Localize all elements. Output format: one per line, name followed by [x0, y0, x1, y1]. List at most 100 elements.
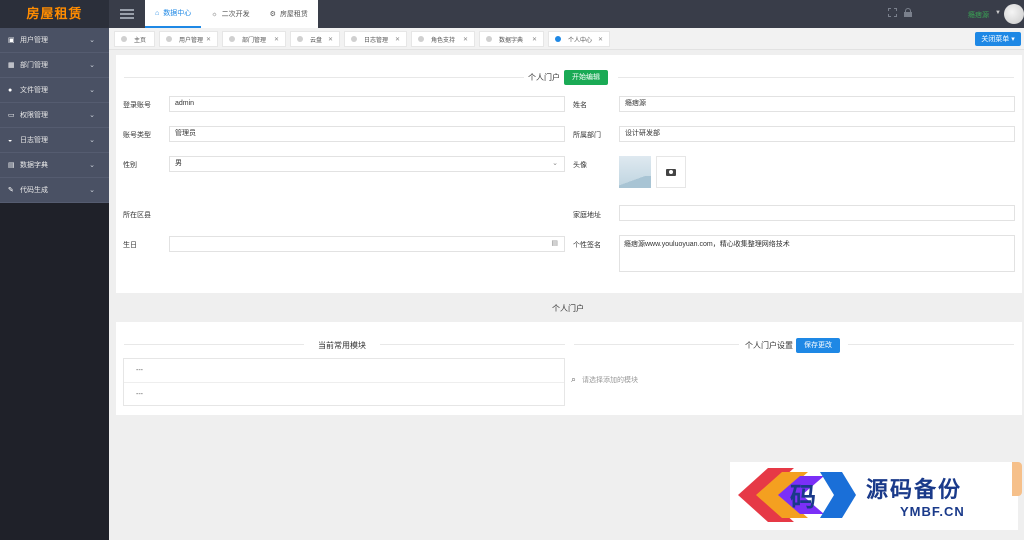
tab-dot-icon — [418, 36, 424, 42]
divider — [124, 77, 524, 78]
address-field[interactable] — [619, 205, 1015, 221]
chevron-down-icon: ⌄ — [89, 87, 95, 94]
top-nav-data-center[interactable]: ⌂ 数据中心 — [145, 0, 202, 28]
avatar-image — [619, 156, 651, 188]
watermark-logo: 码 — [738, 468, 856, 522]
start-edit-button[interactable]: 开始编辑 — [564, 70, 608, 85]
gender-label: 性别 — [123, 162, 137, 169]
gender-select[interactable]: 男 ⌄ — [169, 156, 565, 172]
list-item[interactable]: --- — [124, 359, 564, 383]
signature-textarea[interactable]: 瘾痞源www.youluoyuan.com，精心收集整理网络技术 — [619, 235, 1015, 272]
divider — [124, 344, 304, 345]
tab-data-dictionary[interactable]: 数据字典 ✕ — [479, 31, 544, 47]
tab-personal-center[interactable]: 个人中心 ✕ — [548, 31, 610, 47]
chevron-down-icon[interactable]: ▼ — [995, 10, 1001, 16]
sidebar: ▣ 用户管理 ⌄ ▦ 部门管理 ⌄ ● 文件管理 ⌄ ▭ 权限管理 ⌄ ◒ 日志… — [0, 28, 109, 540]
tab-label: 主页 — [134, 37, 147, 44]
chevron-down-icon: ⌄ — [89, 162, 95, 169]
sidebar-menu: ▣ 用户管理 ⌄ ▦ 部门管理 ⌄ ● 文件管理 ⌄ ▭ 权限管理 ⌄ ◒ 日志… — [0, 28, 109, 203]
module-search[interactable]: ⌕ 请选择添加的模块 — [571, 374, 638, 385]
close-menu-button[interactable]: 关闭菜单 ▾ — [975, 32, 1021, 46]
tab-dot-icon — [121, 36, 127, 42]
tab-dot-icon — [229, 36, 235, 42]
chevron-down-icon: ⌄ — [89, 112, 95, 119]
profile-title-bar: 个人门户 开始编辑 — [528, 70, 608, 85]
name-field[interactable]: 瘾痞源 — [619, 96, 1015, 112]
department-field[interactable]: 设计研发部 — [619, 126, 1015, 142]
top-nav-secondary-dev[interactable]: ☼ 二次开发 — [201, 0, 259, 28]
divider — [574, 344, 739, 345]
top-nav-house-rental[interactable]: ⚙ 房屋租赁 — [260, 0, 318, 28]
calendar-icon: ▤ — [551, 240, 558, 247]
chevron-down-icon: ⌄ — [89, 62, 95, 69]
close-icon[interactable]: ✕ — [206, 36, 211, 43]
tab-department-management[interactable]: 部门管理 ✕ — [222, 31, 286, 47]
tab-log-management[interactable]: 日志管理 ✕ — [344, 31, 407, 47]
bulb-icon: ☼ — [211, 10, 218, 18]
tab-role-support[interactable]: 角色支持 ✕ — [411, 31, 475, 47]
tab-label: 角色支持 — [431, 37, 456, 44]
avatar[interactable] — [1004, 4, 1024, 24]
log-icon: ◒ — [8, 136, 13, 144]
camera-icon — [666, 168, 676, 176]
sidebar-item-label: 文件管理 — [20, 87, 48, 94]
sidebar-item-label: 代码生成 — [20, 187, 48, 194]
tab-label: 数据字典 — [499, 37, 524, 44]
close-icon[interactable]: ✕ — [463, 36, 468, 43]
chevron-down-icon: ⌄ — [89, 187, 95, 194]
sidebar-item-department-management[interactable]: ▦ 部门管理 ⌄ — [0, 53, 109, 78]
sidebar-item-file-management[interactable]: ● 文件管理 ⌄ — [0, 78, 109, 103]
profile-card: 个人门户 开始编辑 登录账号 admin 姓名 瘾痞源 账号类型 管理员 所属部… — [116, 55, 1022, 293]
sidebar-item-user-management[interactable]: ▣ 用户管理 ⌄ — [0, 28, 109, 53]
tab-dot-icon — [555, 36, 561, 42]
top-bar: 房屋租赁 ⌂ 数据中心 ☼ 二次开发 ⚙ 房屋租赁 瘾痞源 ▼ — [0, 0, 1024, 28]
signature-label: 个性签名 — [573, 242, 601, 249]
side-float-tab[interactable] — [1012, 462, 1022, 496]
sidebar-item-label: 权限管理 — [20, 112, 48, 119]
close-icon[interactable]: ✕ — [598, 36, 603, 43]
avatar-label: 头像 — [573, 162, 587, 169]
lock-icon[interactable] — [904, 8, 912, 17]
tab-label: 部门管理 — [242, 37, 267, 44]
user-name[interactable]: 瘾痞源 — [968, 10, 989, 20]
app-logo[interactable]: 房屋租赁 — [0, 0, 109, 28]
page-tabs-bar: 主页 用户管理 ✕ 部门管理 ✕ 云盘 ✕ 日志管理 ✕ 角色支持 ✕ 数据字典… — [109, 28, 1024, 50]
close-icon[interactable]: ✕ — [274, 36, 279, 43]
top-nav: ⌂ 数据中心 ☼ 二次开发 ⚙ 房屋租赁 — [145, 0, 318, 28]
account-type-field[interactable]: 管理员 — [169, 126, 565, 142]
modules-list: --- --- — [123, 358, 565, 406]
divider — [618, 77, 1014, 78]
tab-user-management[interactable]: 用户管理 ✕ — [159, 31, 218, 47]
monitor-icon: ▭ — [8, 112, 15, 119]
sidebar-item-log-management[interactable]: ◒ 日志管理 ⌄ — [0, 128, 109, 153]
chevron-down-icon: ⌄ — [89, 37, 95, 44]
birthday-field[interactable]: ▤ — [169, 236, 565, 252]
list-item[interactable]: --- — [124, 383, 564, 407]
top-nav-label: 房屋租赁 — [279, 11, 308, 18]
close-icon[interactable]: ✕ — [328, 36, 333, 43]
save-changes-button[interactable]: 保存更改 — [796, 338, 840, 353]
tab-label: 云盘 — [310, 37, 323, 44]
sidebar-item-code-generation[interactable]: ✎ 代码生成 ⌄ — [0, 178, 109, 203]
menu-toggle-icon[interactable] — [120, 9, 134, 19]
sidebar-item-label: 部门管理 — [20, 62, 48, 69]
portal-card: 当前常用模块 --- --- 个人门户设置 保存更改 ⌕ 请选择添加的模块 — [116, 322, 1022, 415]
close-icon[interactable]: ✕ — [395, 36, 400, 43]
close-icon[interactable]: ✕ — [532, 36, 537, 43]
chevron-down-icon: ▾ — [1011, 36, 1015, 43]
account-type-label: 账号类型 — [123, 132, 151, 139]
dict-icon: ▤ — [8, 162, 15, 169]
search-icon: ⌕ — [571, 374, 577, 384]
tab-label: 日志管理 — [364, 37, 389, 44]
sidebar-item-data-dictionary[interactable]: ▤ 数据字典 ⌄ — [0, 153, 109, 178]
user-icon: ▣ — [8, 37, 15, 44]
portal-heading: 个人门户 — [552, 304, 584, 313]
tab-cloud-disk[interactable]: 云盘 ✕ — [290, 31, 340, 47]
account-field[interactable]: admin — [169, 96, 565, 112]
chevron-down-icon: ⌄ — [552, 160, 558, 167]
gear-icon: ⚙ — [269, 11, 276, 18]
sidebar-item-permission-management[interactable]: ▭ 权限管理 ⌄ — [0, 103, 109, 128]
tab-home[interactable]: 主页 — [114, 31, 155, 47]
upload-avatar-button[interactable] — [656, 156, 686, 188]
fullscreen-icon[interactable] — [888, 8, 897, 17]
